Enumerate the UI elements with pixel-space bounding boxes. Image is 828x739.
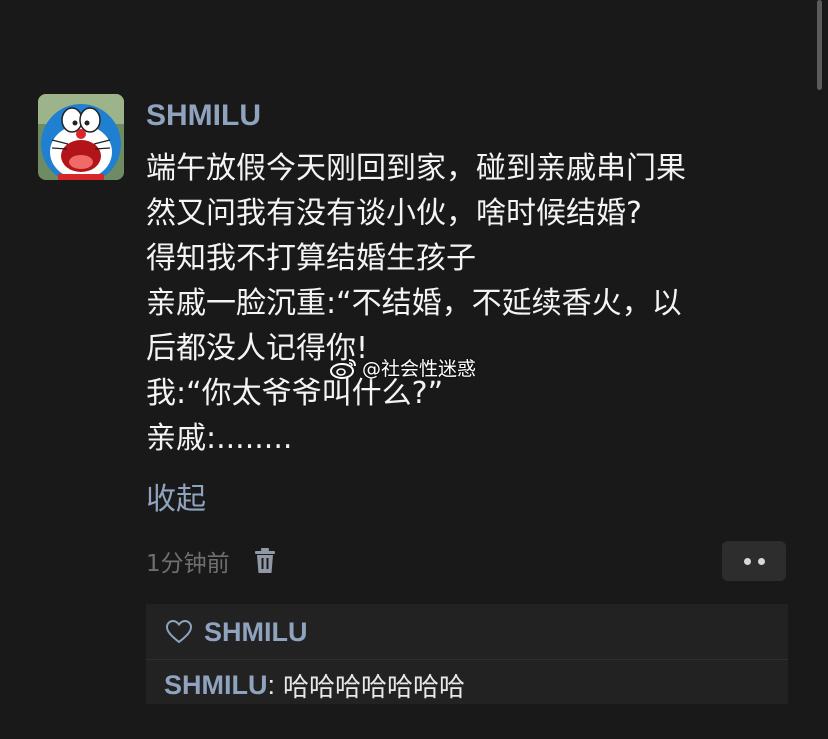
liker-name[interactable]: SHMILU (204, 617, 308, 648)
trash-icon (254, 548, 275, 573)
interaction-panel: SHMILU SHMILU : 哈哈哈哈哈哈哈 (146, 604, 788, 704)
avatar[interactable] (38, 94, 124, 180)
more-dots-icon (757, 557, 765, 565)
post-username[interactable]: SHMILU (146, 96, 261, 136)
more-button[interactable] (722, 541, 786, 581)
more-dots-icon (743, 557, 751, 565)
watermark-text: @社会性迷惑 (362, 358, 477, 380)
divider (146, 659, 788, 660)
post-line: 得知我不打算结婚生孩子 (146, 241, 476, 276)
post-body: 端午放假今天刚回到家，碰到亲戚串门果 然又问我有没有谈小伙，啥时候结婚? 得知我… (146, 146, 786, 461)
doraemon-avatar-icon (38, 94, 124, 180)
post-line: 然又问我有没有谈小伙，啥时候结婚? (146, 196, 642, 231)
heart-outline-icon (166, 620, 192, 644)
likes-row: SHMILU (166, 614, 308, 650)
reply-separator: : (267, 669, 276, 700)
post-meta: 1分钟前 (146, 544, 278, 578)
reply-text: 哈哈哈哈哈哈哈 (283, 672, 466, 703)
post-line: 端午放假今天刚回到家，碰到亲戚串门果 (146, 151, 686, 186)
timestamp: 1分钟前 (146, 551, 230, 577)
reply-author[interactable]: SHMILU (164, 670, 268, 701)
post-line: 亲戚:........ (146, 421, 293, 456)
scrollbar[interactable] (817, 0, 822, 90)
weibo-logo-icon (330, 358, 356, 379)
collapse-button[interactable]: 收起 (146, 479, 206, 521)
reply-item[interactable]: SHMILU : 哈哈哈哈哈哈哈 (164, 666, 465, 704)
watermark: @社会性迷惑 (330, 354, 476, 381)
post-line: 亲戚一脸沉重:“不结婚，不延续香火，以 (146, 286, 682, 321)
delete-button[interactable] (252, 546, 278, 576)
